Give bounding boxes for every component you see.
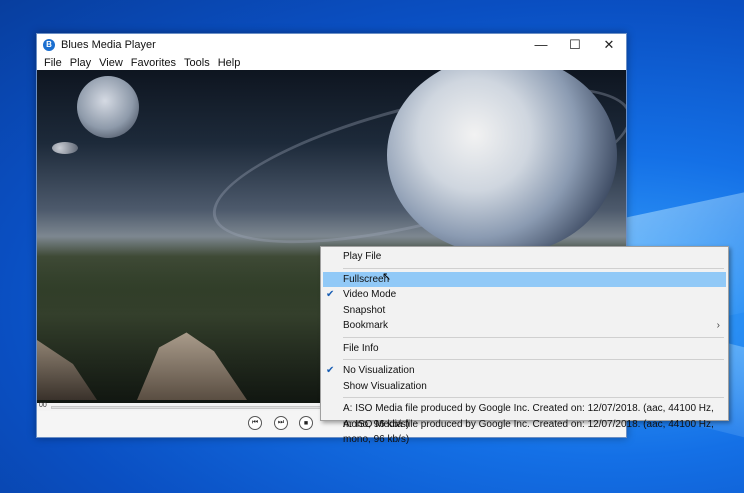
menu-item-no-visualization[interactable]: ✔ No Visualization <box>321 363 728 379</box>
menu-item-snapshot[interactable]: Snapshot <box>321 303 728 319</box>
menu-item-label: File Info <box>343 342 379 354</box>
menu-separator <box>343 267 724 269</box>
close-button[interactable]: ✕ <box>592 34 626 55</box>
next-button[interactable]: ⏭ <box>274 416 288 430</box>
menu-item-label: Show Visualization <box>343 380 427 392</box>
menu-item-show-visualization[interactable]: Show Visualization <box>321 379 728 395</box>
menu-item-bookmark[interactable]: Bookmark › <box>321 318 728 334</box>
menu-play[interactable]: Play <box>66 57 95 69</box>
checkmark-icon: ✔ <box>326 289 335 300</box>
video-small-moon <box>52 142 78 154</box>
menu-tools[interactable]: Tools <box>180 57 214 69</box>
app-logo-icon: B <box>43 38 55 51</box>
video-planet <box>387 70 617 255</box>
menu-bar: File Play View Favorites Tools Help <box>37 55 626 70</box>
menu-separator <box>343 397 724 398</box>
maximize-button[interactable]: ☐ <box>558 34 592 55</box>
menu-item-label: No Visualization <box>343 365 415 376</box>
menu-item-label: Video Mode <box>343 289 397 300</box>
menu-item-label: Bookmark <box>343 320 389 331</box>
menu-favorites[interactable]: Favorites <box>127 57 180 69</box>
menu-item-label: Snapshot <box>343 304 386 316</box>
menu-item-audio-track-2[interactable]: A: ISO Media file produced by Google Inc… <box>321 417 728 446</box>
menu-item-play-file[interactable]: Play File <box>321 249 728 265</box>
menu-item-video-mode[interactable]: ✔ Video Mode <box>321 287 728 303</box>
menu-view[interactable]: View <box>95 57 127 69</box>
title-bar[interactable]: B Blues Media Player — ☐ ✕ <box>37 34 626 55</box>
menu-separator <box>343 336 724 338</box>
checkmark-icon: ✔ <box>326 365 335 376</box>
menu-file[interactable]: File <box>40 57 66 69</box>
window-title: Blues Media Player <box>61 38 156 51</box>
menu-help[interactable]: Help <box>214 57 245 69</box>
menu-item-audio-track-1[interactable]: A: ISO Media file produced by Google Inc… <box>321 401 728 430</box>
elapsed-time: 00 <box>39 402 47 409</box>
mouse-cursor-icon: ↖ <box>382 271 392 283</box>
window-controls: — ☐ ✕ <box>524 34 626 55</box>
menu-item-file-info[interactable]: File Info <box>321 341 728 357</box>
stop-button[interactable]: ■ <box>299 416 313 430</box>
chevron-right-icon: › <box>716 320 720 331</box>
video-moon <box>77 76 139 138</box>
minimize-button[interactable]: — <box>524 34 558 55</box>
previous-button[interactable]: ⏮ <box>248 416 262 430</box>
menu-separator <box>343 359 724 360</box>
menu-item-label: Play File <box>343 251 382 262</box>
